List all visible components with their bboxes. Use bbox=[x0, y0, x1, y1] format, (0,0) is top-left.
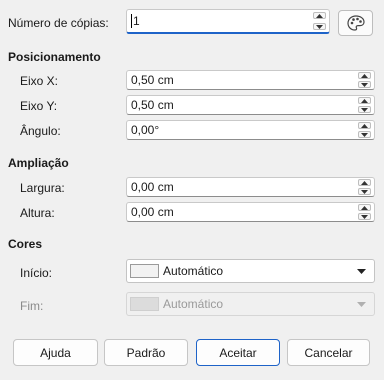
start-color-label: Início: bbox=[20, 266, 53, 280]
cancel-button[interactable]: Cancelar bbox=[287, 339, 370, 366]
copies-increment[interactable] bbox=[313, 12, 326, 19]
help-button[interactable]: Ajuda bbox=[13, 339, 98, 366]
arrow-down-icon bbox=[361, 132, 368, 137]
positioning-heading: Posicionamento bbox=[8, 50, 101, 64]
angle-value: 0,00° bbox=[131, 123, 160, 137]
angle-increment[interactable] bbox=[358, 122, 371, 129]
y-axis-decrement[interactable] bbox=[358, 106, 371, 113]
angle-decrement[interactable] bbox=[358, 131, 371, 138]
arrow-down-icon bbox=[361, 214, 368, 219]
end-color-value: Automático bbox=[163, 297, 224, 311]
arrow-down-icon bbox=[361, 189, 368, 194]
x-axis-value: 0,50 cm bbox=[131, 73, 174, 87]
arrow-down-icon bbox=[361, 107, 368, 112]
y-axis-field[interactable]: 0,50 cm bbox=[126, 95, 375, 115]
arrow-up-icon bbox=[316, 13, 323, 18]
height-increment[interactable] bbox=[358, 204, 371, 211]
width-label: Largura: bbox=[20, 181, 65, 195]
width-value: 0,00 cm bbox=[131, 180, 174, 194]
copies-input[interactable]: 1 bbox=[126, 9, 330, 34]
end-color-dropdown: Automático bbox=[126, 292, 375, 316]
end-color-label: Fim: bbox=[20, 299, 44, 313]
copies-decrement[interactable] bbox=[313, 23, 326, 30]
arrow-up-icon bbox=[361, 123, 368, 128]
copies-label: Número de cópias: bbox=[8, 16, 109, 30]
x-axis-decrement[interactable] bbox=[358, 81, 371, 88]
arrow-up-icon bbox=[361, 98, 368, 103]
y-axis-label: Eixo Y: bbox=[20, 99, 58, 113]
x-axis-label: Eixo X: bbox=[20, 74, 59, 88]
angle-field[interactable]: 0,00° bbox=[126, 120, 375, 140]
color-palette-button[interactable] bbox=[338, 10, 373, 36]
start-color-swatch bbox=[130, 264, 159, 278]
dropdown-arrow-icon bbox=[357, 302, 366, 307]
start-color-dropdown[interactable]: Automático bbox=[126, 259, 375, 283]
y-axis-increment[interactable] bbox=[358, 97, 371, 104]
height-value: 0,00 cm bbox=[131, 205, 174, 219]
height-decrement[interactable] bbox=[358, 213, 371, 220]
x-axis-field[interactable]: 0,50 cm bbox=[126, 70, 375, 90]
text-cursor bbox=[131, 14, 132, 28]
arrow-up-icon bbox=[361, 205, 368, 210]
colors-heading: Cores bbox=[8, 237, 43, 251]
x-axis-increment[interactable] bbox=[358, 72, 371, 79]
palette-icon bbox=[346, 15, 365, 31]
ok-button[interactable]: Aceitar bbox=[196, 339, 280, 366]
angle-label: Ângulo: bbox=[20, 124, 61, 138]
dropdown-arrow-icon bbox=[357, 269, 366, 274]
reset-default-button[interactable]: Padrão bbox=[104, 339, 188, 366]
height-field[interactable]: 0,00 cm bbox=[126, 202, 375, 222]
y-axis-value: 0,50 cm bbox=[131, 98, 174, 112]
arrow-down-icon bbox=[361, 82, 368, 87]
arrow-down-icon bbox=[316, 24, 323, 29]
arrow-up-icon bbox=[361, 180, 368, 185]
end-color-swatch bbox=[130, 297, 159, 311]
height-label: Altura: bbox=[20, 206, 55, 220]
enlargement-heading: Ampliação bbox=[8, 156, 69, 170]
width-increment[interactable] bbox=[358, 179, 371, 186]
start-color-value: Automático bbox=[163, 264, 224, 278]
width-decrement[interactable] bbox=[358, 188, 371, 195]
copies-value: 1 bbox=[133, 14, 140, 28]
arrow-up-icon bbox=[361, 73, 368, 78]
width-field[interactable]: 0,00 cm bbox=[126, 177, 375, 197]
